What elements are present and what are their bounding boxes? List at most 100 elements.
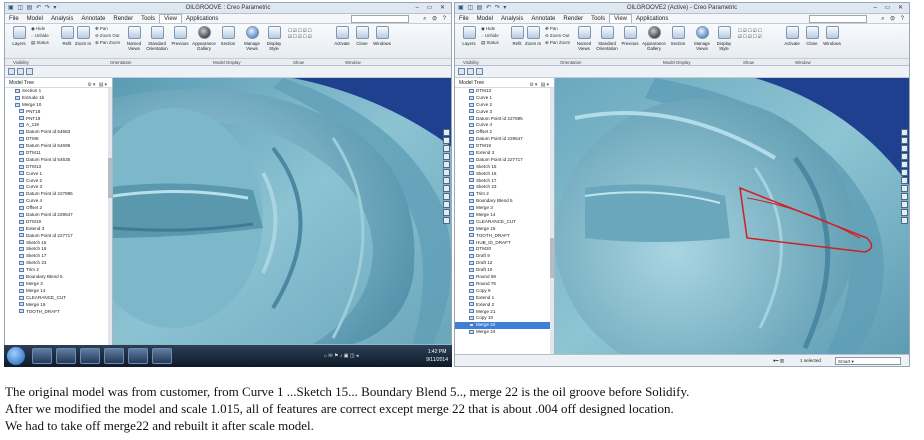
menu-item-annotate[interactable]: Annotate bbox=[77, 14, 109, 24]
display-style-icon[interactable] bbox=[443, 161, 450, 168]
folder-browser-icon[interactable] bbox=[17, 68, 24, 75]
standard-orientation-button[interactable]: Standard Orientation bbox=[145, 26, 169, 56]
plane-display-icon[interactable] bbox=[443, 177, 450, 184]
tree-item[interactable]: TOOTH_DRAFT bbox=[455, 233, 554, 240]
tree-item[interactable]: Curve 4 bbox=[5, 198, 112, 205]
tree-item[interactable]: Datum Point id 227717 bbox=[455, 157, 554, 164]
tree-item[interactable]: Datum Point id 54699 bbox=[5, 143, 112, 150]
folder-browser-icon[interactable] bbox=[467, 68, 474, 75]
plane-display-icon[interactable] bbox=[901, 177, 908, 184]
datum-display-icon[interactable] bbox=[901, 169, 908, 176]
previous-button[interactable]: Previous bbox=[168, 26, 192, 56]
saved-views-icon[interactable] bbox=[901, 153, 908, 160]
tree-item[interactable]: Merge 16 bbox=[5, 302, 112, 309]
tree-item[interactable]: Offset 2 bbox=[455, 129, 554, 136]
tree-item[interactable]: TOOTH_DRAFT bbox=[5, 309, 112, 316]
explorer-taskbar-icon[interactable] bbox=[56, 348, 76, 364]
show-toggles[interactable]: ☐☑☐☑☐ ☑☐☑☐☑ bbox=[738, 28, 763, 40]
tree-item[interactable]: Copy 9 bbox=[455, 288, 554, 295]
datum-display-icon[interactable] bbox=[443, 169, 450, 176]
standard-orientation-button[interactable]: Standard Orientation bbox=[595, 26, 619, 56]
creo-taskbar-icon[interactable] bbox=[152, 348, 172, 364]
tree-item[interactable]: DTM8 bbox=[5, 136, 112, 143]
tree-item[interactable]: Draft 9 bbox=[455, 253, 554, 260]
pan-zoom-button[interactable]: ⊕ Pan Zoom bbox=[95, 40, 120, 46]
tree-item[interactable]: Extend 3 bbox=[455, 150, 554, 157]
zoom-out-button[interactable]: ⊖ Zoom Out bbox=[545, 33, 569, 39]
window-controls[interactable]: – ▭ ✕ bbox=[416, 3, 448, 14]
csys-display-icon[interactable] bbox=[443, 201, 450, 208]
display-style-icon[interactable] bbox=[901, 161, 908, 168]
tree-item[interactable]: Curve 2 bbox=[5, 178, 112, 185]
menu-item-analysis[interactable]: Analysis bbox=[497, 14, 527, 24]
tree-item[interactable]: CLEARANCE_CUT bbox=[455, 219, 554, 226]
filter-dropdown[interactable]: Smart ▾ bbox=[835, 357, 901, 365]
start-button[interactable] bbox=[7, 347, 25, 365]
model-tree-tab-icon[interactable] bbox=[458, 68, 465, 75]
tree-item[interactable]: Datum Point id 54635 bbox=[5, 157, 112, 164]
tree-item[interactable]: Curve 2 bbox=[455, 102, 554, 109]
tree-item[interactable]: Merge 14 bbox=[455, 212, 554, 219]
tree-item[interactable]: DTM20 bbox=[455, 246, 554, 253]
graphics-viewport[interactable] bbox=[555, 78, 909, 354]
tree-item[interactable]: Datum Point id 227717 bbox=[5, 233, 112, 240]
tree-item[interactable]: Sketch 15 bbox=[455, 164, 554, 171]
zoom-in-button[interactable]: Zoom In bbox=[71, 26, 95, 56]
tree-item[interactable]: Trim 2 bbox=[455, 191, 554, 198]
tree-scrollbar[interactable] bbox=[108, 88, 112, 354]
tree-item[interactable]: Merge 10 bbox=[5, 102, 112, 109]
tree-item[interactable]: DTM13 bbox=[5, 164, 112, 171]
menu-item-file[interactable]: File bbox=[5, 14, 23, 24]
favorites-icon[interactable] bbox=[476, 68, 483, 75]
show-toggles[interactable]: ☐☑☐☑☐ ☑☐☑☐☑ bbox=[288, 28, 313, 40]
tree-item[interactable]: Datum Point id 227895 bbox=[455, 116, 554, 123]
appearance-gallery-button[interactable]: Appearance Gallery bbox=[642, 26, 666, 56]
tree-scroll-thumb[interactable] bbox=[550, 238, 554, 278]
tree-item[interactable]: HUB_ID_DRAFT bbox=[455, 240, 554, 247]
tree-item[interactable]: Datum Point id 229547 bbox=[5, 212, 112, 219]
menu-item-tools[interactable]: Tools bbox=[137, 14, 159, 24]
layers-button[interactable]: Layers bbox=[457, 26, 481, 56]
menu-item-file[interactable]: File bbox=[455, 14, 473, 24]
tree-item[interactable]: Draft 12 bbox=[455, 260, 554, 267]
help-controls[interactable]: ⌕ ⚙ ? bbox=[881, 14, 906, 24]
tree-item[interactable]: Curve 3 bbox=[455, 109, 554, 116]
tree-item[interactable]: Merge 15 bbox=[455, 226, 554, 233]
tree-item[interactable]: Merge 24 bbox=[455, 329, 554, 336]
help-controls[interactable]: ⌕ ⚙ ? bbox=[423, 14, 448, 24]
named-views-button[interactable]: Named Views bbox=[122, 26, 146, 56]
annotation-display-icon[interactable] bbox=[443, 209, 450, 216]
zoom-out-button[interactable]: ⊖ Zoom Out bbox=[95, 33, 119, 39]
menu-item-render[interactable]: Render bbox=[559, 14, 587, 24]
window-controls[interactable]: – ▭ ✕ bbox=[874, 3, 906, 14]
saved-views-icon[interactable] bbox=[443, 153, 450, 160]
tree-item[interactable]: Merge 21 bbox=[455, 309, 554, 316]
tree-scroll-thumb[interactable] bbox=[108, 158, 112, 198]
tree-item[interactable]: Sketch 17 bbox=[455, 178, 554, 185]
tree-item[interactable]: Datum Point id 229547 bbox=[455, 136, 554, 143]
tree-item[interactable]: Merge 3 bbox=[5, 281, 112, 288]
pan-button[interactable]: ✥ Pan bbox=[95, 26, 108, 32]
tree-item[interactable]: Extend 3 bbox=[5, 226, 112, 233]
tree-item[interactable]: Boundary Blend 5 bbox=[455, 198, 554, 205]
axis-display-icon[interactable] bbox=[901, 185, 908, 192]
tree-item[interactable]: Curve 1 bbox=[455, 95, 554, 102]
spin-center-icon[interactable] bbox=[901, 217, 908, 224]
tree-item[interactable]: Round 76 bbox=[455, 281, 554, 288]
status-button[interactable]: ▤ Status bbox=[481, 40, 499, 46]
model-tree-tab-icon[interactable] bbox=[8, 68, 15, 75]
windows-button[interactable]: Windows bbox=[370, 26, 394, 56]
annotation-display-icon[interactable] bbox=[901, 209, 908, 216]
excel-taskbar-icon[interactable] bbox=[104, 348, 124, 364]
menu-item-tools[interactable]: Tools bbox=[587, 14, 609, 24]
csys-display-icon[interactable] bbox=[901, 201, 908, 208]
point-display-icon[interactable] bbox=[901, 193, 908, 200]
menu-item-model[interactable]: Model bbox=[23, 14, 47, 24]
menu-item-analysis[interactable]: Analysis bbox=[47, 14, 77, 24]
zoom-in-button[interactable]: Zoom In bbox=[521, 26, 545, 56]
tree-item[interactable]: Round 59 bbox=[455, 274, 554, 281]
display-style-button[interactable]: Display Style bbox=[712, 26, 736, 56]
tree-item[interactable]: DTM19 bbox=[5, 219, 112, 226]
menu-item-view[interactable]: View bbox=[159, 14, 182, 23]
tree-item[interactable]: Merge 3 bbox=[455, 205, 554, 212]
